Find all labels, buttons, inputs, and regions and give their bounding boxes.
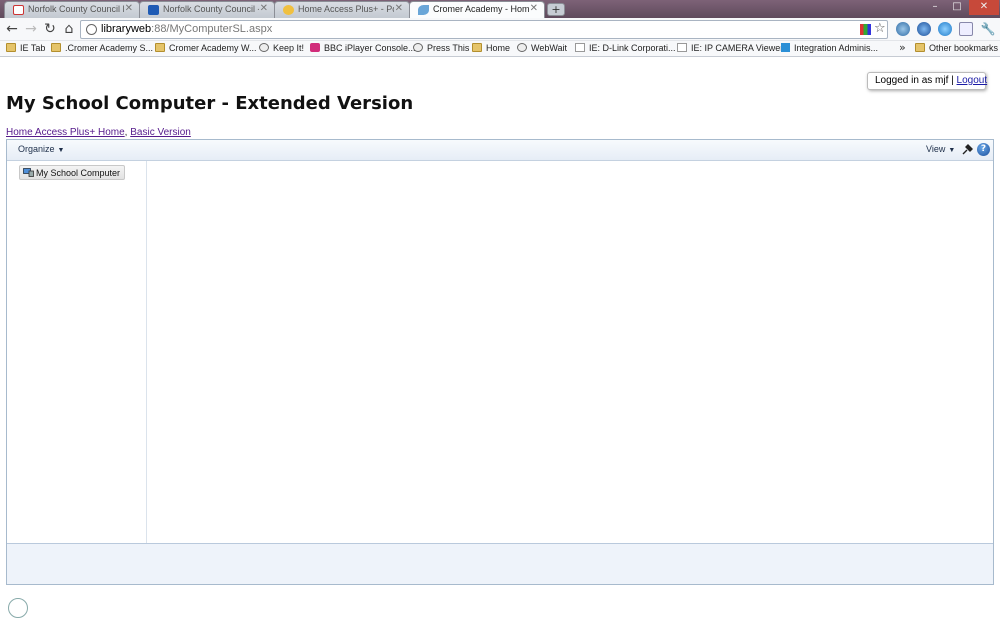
bookmark-bbc-iplayer[interactable]: BBC iPlayer Console... (310, 43, 416, 53)
bookmark-home[interactable]: Home (472, 43, 510, 53)
maximize-button[interactable]: □ (946, 0, 968, 15)
tree-item-label: My School Computer (36, 168, 121, 178)
bookmark-star-icon[interactable]: ☆ (874, 21, 886, 36)
tab-title: Home Access Plus+ - Post (298, 4, 394, 14)
bookmark-dlink[interactable]: IE: D-Link Corporati... (575, 43, 676, 53)
iplayer-icon (310, 43, 320, 52)
bookmark-press-this[interactable]: Press This (413, 43, 469, 53)
folder-icon (915, 43, 925, 52)
forum-icon (283, 5, 294, 15)
tab-title: Norfolk County Council Ma (28, 4, 124, 14)
home-icon[interactable]: ⌂ (61, 21, 77, 37)
explorer-toolbar: Organize ▼ View ▼ ? (7, 140, 993, 161)
folder-icon (6, 43, 16, 52)
file-explorer: Organize ▼ View ▼ ? My School Computer (6, 139, 994, 585)
status-circle-icon (8, 598, 28, 618)
organize-menu[interactable]: Organize ▼ (18, 144, 64, 154)
content-pane[interactable] (148, 161, 993, 543)
browser-tab-2[interactable]: Norfolk County Council - C ✕ (139, 1, 275, 18)
login-status-box: Logged in as mjf | Logout (867, 72, 988, 90)
arrow-icon (781, 43, 790, 52)
tab-close-icon[interactable]: ✕ (395, 3, 403, 14)
folder-icon (51, 43, 61, 52)
address-bar[interactable]: libraryweb:88/MyComputerSL.aspx (80, 20, 888, 39)
browser-tab-4-active[interactable]: Cromer Academy - Home ✕ (409, 1, 545, 18)
address-url: libraryweb:88/MyComputerSL.aspx (101, 23, 273, 35)
forward-arrow-icon[interactable]: → (23, 21, 39, 37)
folder-icon (155, 43, 165, 52)
navigation-pane[interactable]: My School Computer (7, 161, 147, 543)
cromer-icon (418, 5, 429, 15)
caret-down-icon: ▼ (948, 147, 956, 154)
calendar-icon (148, 5, 159, 15)
browser-toolbar: ← → ↻ ⌂ libraryweb:88/MyComputerSL.aspx … (0, 18, 1000, 41)
browser-tab-1[interactable]: Norfolk County Council Ma ✕ (4, 1, 140, 18)
folder-icon (472, 43, 482, 52)
globe-icon (259, 43, 269, 52)
extension-page-icon[interactable] (959, 22, 973, 36)
extension-gear-icon[interactable] (938, 22, 952, 36)
computer-icon (23, 168, 34, 177)
reload-icon[interactable]: ↻ (42, 21, 58, 37)
page-info-icon[interactable] (86, 24, 97, 35)
color-picker-icon[interactable] (860, 24, 871, 35)
help-icon[interactable]: ? (977, 143, 990, 156)
tab-close-icon[interactable]: ✕ (125, 3, 133, 14)
bookmark-ip-camera[interactable]: IE: IP CAMERA Viewer (677, 43, 783, 53)
ie-icon (677, 43, 687, 52)
bookmark-integration-admin[interactable]: Integration Adminis... (781, 43, 878, 53)
more-bookmarks-chevron-icon[interactable]: » (899, 41, 906, 54)
browser-tab-3[interactable]: Home Access Plus+ - Post ✕ (274, 1, 410, 18)
basic-version-link[interactable]: Basic Version (130, 127, 191, 138)
ie-icon (575, 43, 585, 52)
globe-icon (413, 43, 423, 52)
tree-item-my-school-computer[interactable]: My School Computer (19, 165, 126, 180)
tab-close-icon[interactable]: ✕ (260, 3, 268, 14)
logged-in-text: Logged in as mjf | (875, 75, 954, 86)
new-tab-button[interactable]: + (547, 3, 565, 16)
extension-ie-icon[interactable] (917, 22, 931, 36)
bookmarks-bar: IE Tab .Cromer Academy S... Cromer Acade… (0, 41, 1000, 57)
gmail-icon (13, 5, 24, 15)
bookmark-ie-tab[interactable]: IE Tab (6, 43, 45, 53)
browser-tab-strip: Norfolk County Council Ma ✕ Norfolk Coun… (0, 0, 1000, 18)
view-menu[interactable]: View ▼ (926, 144, 955, 154)
wrench-icon[interactable]: 🔧 (980, 21, 996, 37)
back-arrow-icon[interactable]: ← (4, 21, 20, 37)
bookmark-keep-it[interactable]: Keep It! (259, 43, 304, 53)
bookmark-webwait[interactable]: WebWait (517, 43, 567, 53)
tab-close-icon[interactable]: ✕ (530, 3, 538, 14)
page-title: My School Computer - Extended Version (6, 93, 414, 114)
tab-title: Cromer Academy - Home (433, 4, 529, 14)
link-separator: , (124, 127, 128, 138)
logout-link[interactable]: Logout (957, 75, 988, 86)
caret-down-icon: ▼ (57, 147, 65, 154)
bookmark-cromer-academy-s[interactable]: .Cromer Academy S... (51, 43, 153, 53)
extension-globe-icon[interactable] (896, 22, 910, 36)
bookmark-cromer-academy-w[interactable]: Cromer Academy W... (155, 43, 257, 53)
pin-icon[interactable] (962, 144, 973, 155)
page-links: Home Access Plus+ Home, Basic Version (6, 127, 191, 138)
globe-icon (517, 43, 527, 52)
tab-title: Norfolk County Council - C (163, 4, 259, 14)
details-pane (7, 543, 993, 584)
minimize-button[interactable]: – (924, 0, 946, 15)
other-bookmarks-folder[interactable]: Other bookmarks (915, 43, 998, 53)
home-access-plus-home-link[interactable]: Home Access Plus+ Home (6, 127, 125, 138)
close-window-button[interactable]: ✕ (969, 0, 999, 15)
